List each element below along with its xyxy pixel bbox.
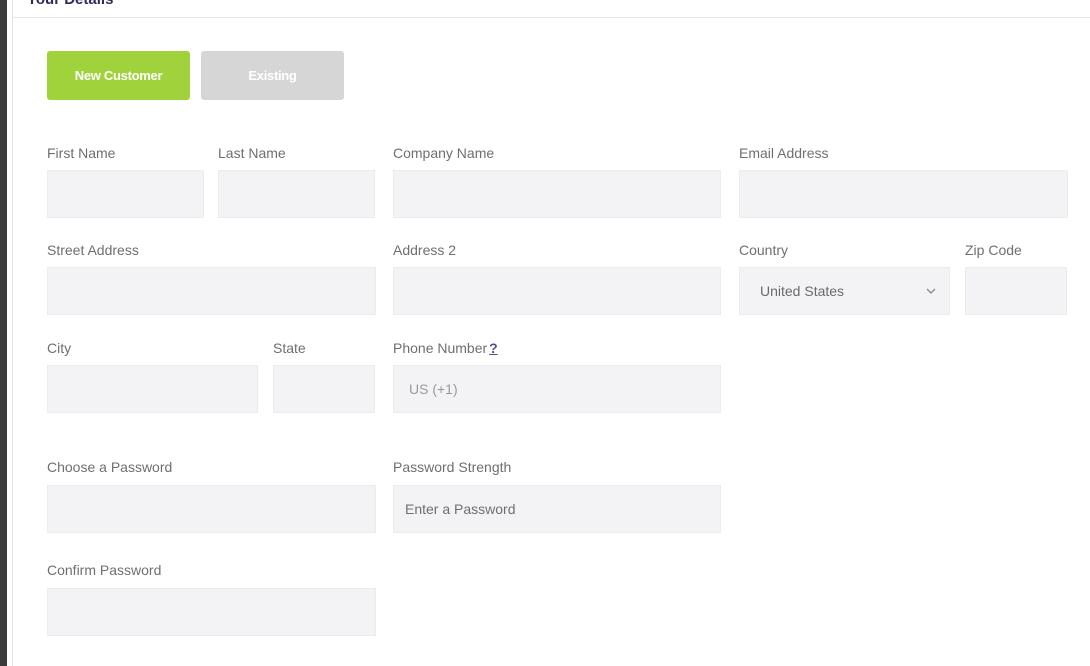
zip-code-label: Zip Code xyxy=(965,242,1022,258)
chevron-down-icon xyxy=(926,288,936,294)
country-label: Country xyxy=(739,242,789,258)
password-input[interactable] xyxy=(47,485,376,533)
confirm-password-input[interactable] xyxy=(47,588,376,636)
phone-number-label-text: Phone Number xyxy=(393,340,488,356)
new-customer-button[interactable]: New Customer xyxy=(47,51,190,100)
street-address-label: Street Address xyxy=(47,242,139,258)
confirm-password-label: Confirm Password xyxy=(47,562,162,578)
zip-code-input[interactable] xyxy=(965,267,1067,315)
state-input[interactable] xyxy=(273,365,375,413)
city-label: City xyxy=(47,340,72,356)
panel-header: Your Details xyxy=(12,0,1090,18)
checkout-details-screen: Your Details New Customer Existing First… xyxy=(0,0,1090,666)
existing-customer-button[interactable]: Existing xyxy=(201,51,344,100)
first-name-input[interactable] xyxy=(47,170,204,218)
help-icon[interactable]: ? xyxy=(489,340,498,356)
panel-title: Your Details xyxy=(27,0,113,8)
password-strength-indicator: Enter a Password xyxy=(393,485,721,533)
company-name-input[interactable] xyxy=(393,170,721,218)
email-label: Email Address xyxy=(739,145,829,161)
country-select[interactable]: United States xyxy=(739,267,950,315)
window-edge xyxy=(0,0,7,666)
password-strength-label: Password Strength xyxy=(393,459,512,475)
phone-number-label: Phone Number? xyxy=(393,340,498,356)
street-address-input[interactable] xyxy=(47,267,376,315)
state-label: State xyxy=(273,340,306,356)
company-name-label: Company Name xyxy=(393,145,495,161)
first-name-label: First Name xyxy=(47,145,116,161)
last-name-input[interactable] xyxy=(218,170,375,218)
address2-input[interactable] xyxy=(393,267,721,315)
last-name-label: Last Name xyxy=(218,145,286,161)
phone-number-input[interactable] xyxy=(393,365,721,413)
choose-password-label: Choose a Password xyxy=(47,459,173,475)
country-selected-value: United States xyxy=(760,283,845,299)
email-input[interactable] xyxy=(739,170,1068,218)
address2-label: Address 2 xyxy=(393,242,457,258)
city-input[interactable] xyxy=(47,365,258,413)
